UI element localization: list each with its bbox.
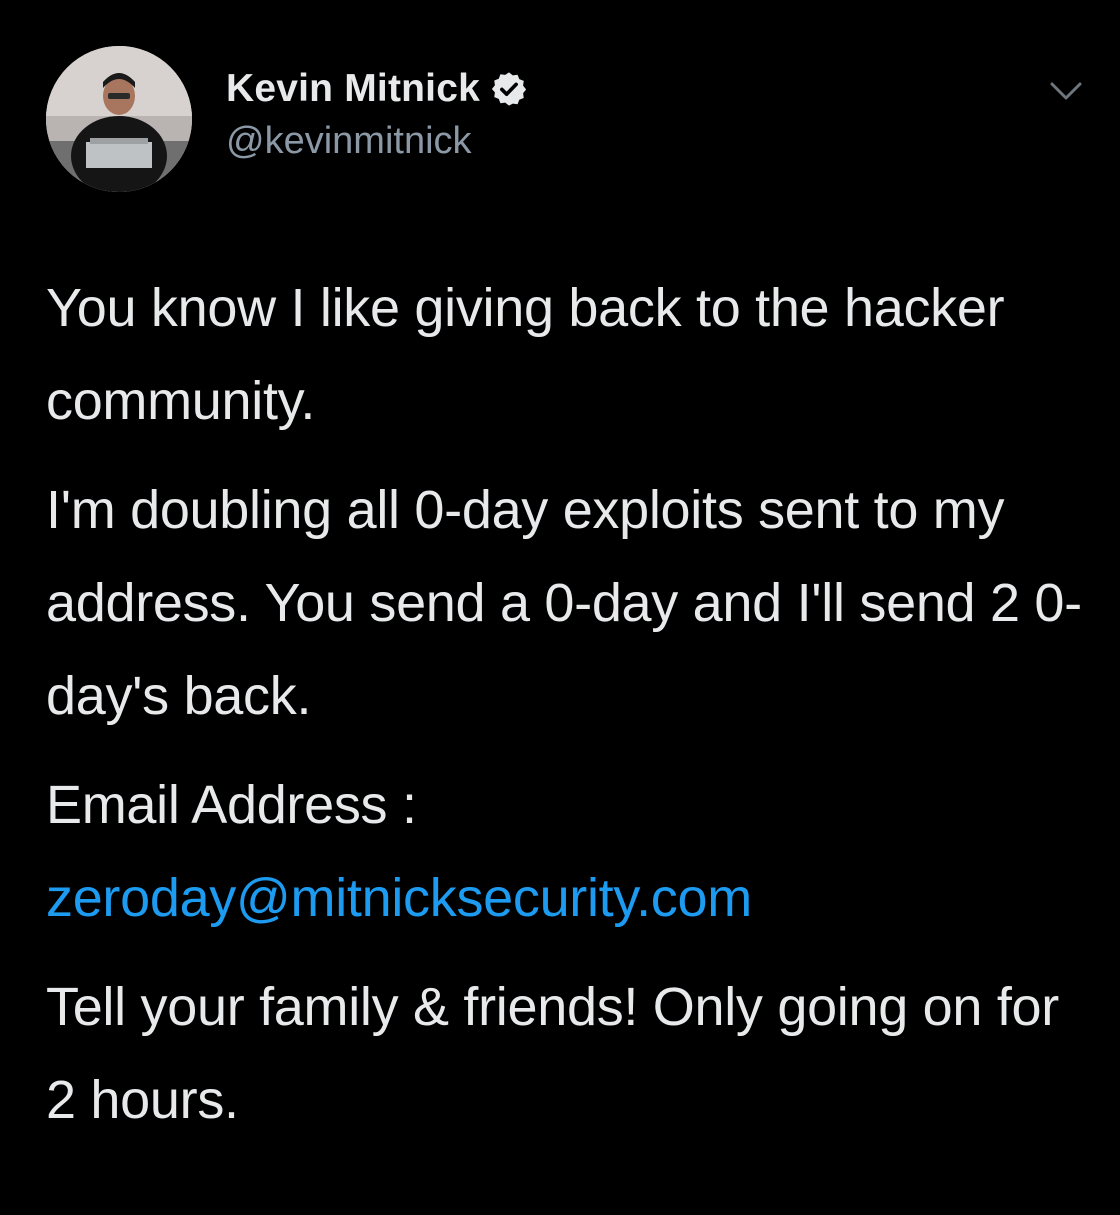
avatar-photo <box>46 46 192 192</box>
tweet-header: Kevin Mitnick @kevinmitnick <box>46 46 1086 196</box>
email-paragraph: Email Address : zeroday@mitnicksecurity.… <box>46 759 1086 945</box>
author-block: Kevin Mitnick @kevinmitnick <box>226 64 528 163</box>
tweet-paragraph-closing: Tell your family & friends! Only going o… <box>46 977 1059 1130</box>
author-handle[interactable]: @kevinmitnick <box>226 120 528 163</box>
email-link[interactable]: zeroday@mitnicksecurity.com <box>46 852 1086 945</box>
tweet-paragraph-1: You know I like giving back to the hacke… <box>46 278 1005 431</box>
tweet-paragraph-2: I'm doubling all 0-day exploits sent to … <box>46 480 1082 726</box>
chevron-down-icon[interactable] <box>1046 76 1086 106</box>
display-name[interactable]: Kevin Mitnick <box>226 67 480 111</box>
tweet-text: You know I like giving back to the hacke… <box>46 262 1086 1163</box>
display-name-row: Kevin Mitnick <box>226 64 528 114</box>
email-label: Email Address : <box>46 775 417 835</box>
verified-badge-icon <box>490 70 528 108</box>
tweet-card: Kevin Mitnick @kevinmitnick You know I l… <box>0 0 1120 1215</box>
avatar[interactable] <box>46 46 192 192</box>
